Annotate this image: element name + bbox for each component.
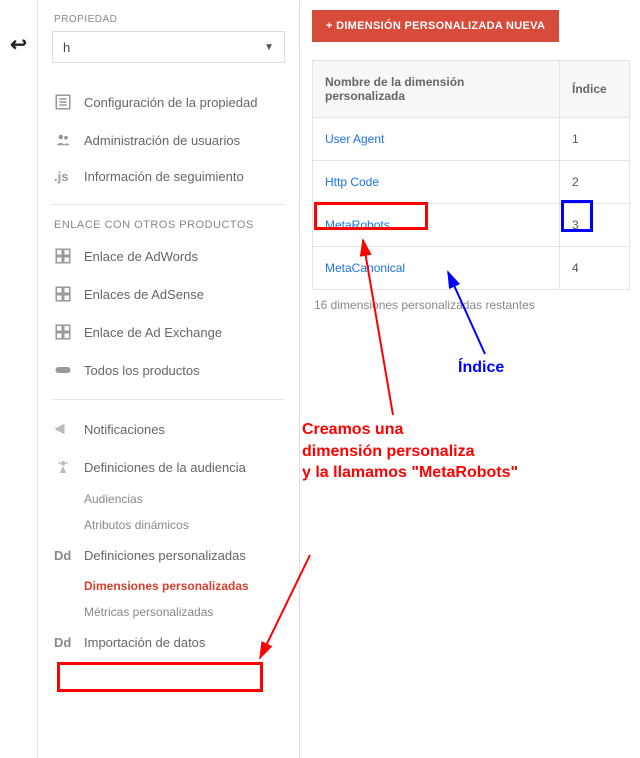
- sidebar-subitem-custom-dimensions[interactable]: Dimensiones personalizadas: [52, 573, 285, 599]
- remaining-count: 16 dimensiones personalizadas restantes: [312, 290, 640, 312]
- left-strip: ↩: [0, 0, 38, 758]
- sidebar-item-label: Todos los productos: [84, 363, 200, 378]
- sidebar-subitem-custom-metrics[interactable]: Métricas personalizadas: [52, 599, 285, 625]
- dd-icon: Dd: [54, 635, 84, 650]
- sidebar-item-audience-definitions[interactable]: Definiciones de la audiencia: [52, 448, 285, 486]
- dimension-name-link[interactable]: MetaCanonical: [313, 247, 560, 290]
- custom-dimensions-table: Nombre de la dimensión personalizada Índ…: [312, 60, 630, 290]
- sidebar-item-label: Enlace de AdWords: [84, 249, 198, 264]
- dd-icon: Dd: [54, 548, 84, 563]
- divider: [52, 204, 285, 205]
- link-section-label: ENLACE CON OTROS PRODUCTOS: [52, 215, 285, 237]
- table-row: MetaCanonical 4: [313, 247, 630, 290]
- dimension-index: 2: [560, 161, 630, 204]
- sidebar-item-label: Importación de datos: [84, 635, 205, 650]
- dimension-index: 3: [560, 204, 630, 247]
- sidebar-item-data-import[interactable]: Dd Importación de datos: [52, 625, 285, 660]
- grid-icon: [54, 247, 84, 265]
- sidebar-item-user-management[interactable]: Administración de usuarios: [52, 121, 285, 159]
- megaphone-icon: [54, 420, 84, 438]
- sidebar-item-label: Notificaciones: [84, 422, 165, 437]
- new-custom-dimension-button[interactable]: + DIMENSIÓN PERSONALIZADA NUEVA: [312, 10, 559, 42]
- dimension-name-link[interactable]: Http Code: [313, 161, 560, 204]
- sidebar-item-label: Configuración de la propiedad: [84, 95, 257, 110]
- users-icon: [54, 131, 84, 149]
- dimension-name-link[interactable]: User Agent: [313, 118, 560, 161]
- chevron-down-icon: ▼: [264, 42, 274, 53]
- property-section-label: PROPIEDAD: [52, 10, 285, 31]
- sidebar-item-custom-definitions[interactable]: Dd Definiciones personalizadas: [52, 538, 285, 573]
- sidebar-item-notifications[interactable]: Notificaciones: [52, 410, 285, 448]
- divider: [52, 399, 285, 400]
- js-icon: .js: [54, 169, 84, 184]
- grid-icon: [54, 285, 84, 303]
- grid-icon: [54, 323, 84, 341]
- main-content: + DIMENSIÓN PERSONALIZADA NUEVA Nombre d…: [300, 0, 640, 758]
- sidebar-subitem-dynamic-attrs[interactable]: Atributos dinámicos: [52, 512, 285, 538]
- column-header-index[interactable]: Índice: [560, 61, 630, 118]
- sidebar-item-label: Definiciones personalizadas: [84, 548, 246, 563]
- link-icon: [54, 361, 84, 379]
- sidebar-item-label: Enlaces de AdSense: [84, 287, 204, 302]
- sidebar: PROPIEDAD h ▼ Configuración de la propie…: [38, 0, 300, 758]
- property-dropdown-value: h: [63, 40, 70, 55]
- table-row: MetaRobots 3: [313, 204, 630, 247]
- sidebar-item-adexchange[interactable]: Enlace de Ad Exchange: [52, 313, 285, 351]
- sidebar-item-label: Definiciones de la audiencia: [84, 460, 246, 475]
- property-dropdown[interactable]: h ▼: [52, 31, 285, 63]
- dimension-index: 4: [560, 247, 630, 290]
- table-row: User Agent 1: [313, 118, 630, 161]
- sidebar-item-tracking-info[interactable]: .js Información de seguimiento: [52, 159, 285, 194]
- settings-list-icon: [54, 93, 84, 111]
- column-header-name[interactable]: Nombre de la dimensión personalizada: [313, 61, 560, 118]
- sidebar-item-label: Enlace de Ad Exchange: [84, 325, 222, 340]
- dimension-name-link[interactable]: MetaRobots: [313, 204, 560, 247]
- sidebar-item-adsense[interactable]: Enlaces de AdSense: [52, 275, 285, 313]
- sidebar-item-label: Administración de usuarios: [84, 133, 240, 148]
- sidebar-item-all-products[interactable]: Todos los productos: [52, 351, 285, 389]
- table-row: Http Code 2: [313, 161, 630, 204]
- back-arrow-icon[interactable]: ↩: [0, 32, 37, 57]
- dimension-index: 1: [560, 118, 630, 161]
- sidebar-item-label: Información de seguimiento: [84, 169, 244, 184]
- sidebar-item-adwords[interactable]: Enlace de AdWords: [52, 237, 285, 275]
- audience-icon: [54, 458, 84, 476]
- sidebar-item-property-settings[interactable]: Configuración de la propiedad: [52, 83, 285, 121]
- sidebar-subitem-audiences[interactable]: Audiencias: [52, 486, 285, 512]
